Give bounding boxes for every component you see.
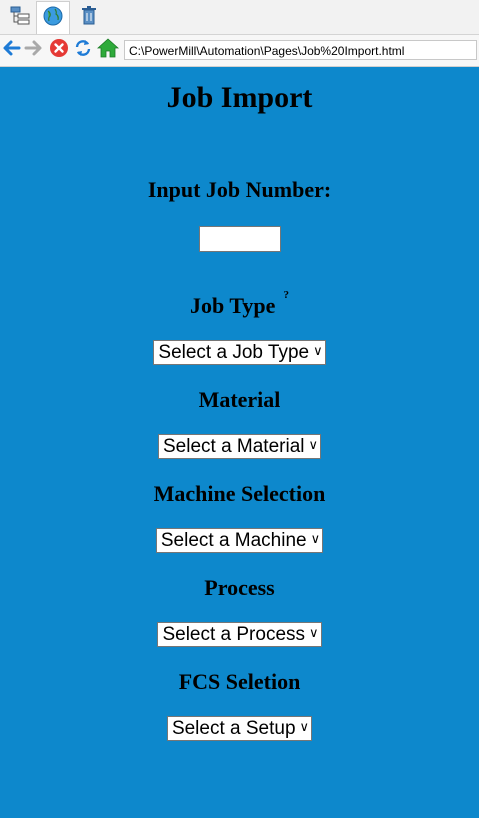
home-button[interactable] [96, 37, 120, 64]
process-label: Process [204, 575, 275, 600]
job-type-select-value: Select a Job Type [158, 342, 310, 363]
chevron-down-icon: ∨ [308, 437, 319, 453]
job-number-label: Input Job Number: [147, 177, 332, 202]
chevron-down-icon: ∨ [299, 719, 310, 735]
machine-select[interactable]: Select a Machine ∨ [155, 528, 324, 553]
material-select[interactable]: Select a Material ∨ [157, 434, 322, 459]
arrow-right-icon [24, 38, 44, 63]
stop-button[interactable] [48, 38, 70, 63]
job-type-label-text: Job Type [190, 293, 276, 318]
stop-icon [49, 38, 69, 63]
page-title: Job Import [166, 81, 313, 114]
chevron-down-icon: ∨ [310, 531, 321, 547]
material-label: Material [198, 387, 281, 412]
machine-selection-label: Machine Selection [153, 481, 326, 506]
chevron-down-icon: ∨ [313, 343, 323, 359]
fcs-selection-label: FCS Seletion [178, 669, 301, 694]
process-select-value: Select a Process [162, 624, 306, 645]
machine-select-value: Select a Machine [160, 530, 307, 551]
fcs-setup-select[interactable]: Select a Setup ∨ [166, 716, 313, 741]
forward-button[interactable] [23, 39, 45, 61]
fcs-setup-select-value: Select a Setup [171, 718, 296, 739]
job-type-help-icon[interactable]: ? [283, 289, 289, 301]
tab-tree[interactable] [4, 2, 36, 34]
refresh-button[interactable] [72, 39, 94, 61]
address-bar[interactable]: C:\PowerMill\Automation\Pages\Job%20Impo… [124, 40, 477, 60]
back-button[interactable] [0, 39, 22, 61]
navigation-bar: C:\PowerMill\Automation\Pages\Job%20Impo… [0, 35, 479, 67]
tab-strip [0, 0, 479, 35]
tab-web-page[interactable] [36, 1, 70, 34]
material-select-value: Select a Material [162, 436, 305, 457]
job-type-select[interactable]: Select a Job Type ∨ [153, 340, 326, 365]
arrow-left-icon [1, 38, 21, 63]
home-icon [96, 37, 120, 64]
process-select[interactable]: Select a Process ∨ [157, 622, 322, 647]
chevron-down-icon: ∨ [309, 625, 319, 641]
page-content: Job Import Input Job Number: Job Type? S… [0, 67, 479, 818]
refresh-icon [73, 38, 93, 63]
globe-icon [42, 5, 64, 32]
trash-icon [78, 5, 100, 32]
job-number-input[interactable] [198, 226, 281, 252]
tree-view-icon [9, 5, 31, 32]
job-type-label: Job Type? [190, 289, 289, 319]
tab-delete[interactable] [73, 2, 105, 34]
